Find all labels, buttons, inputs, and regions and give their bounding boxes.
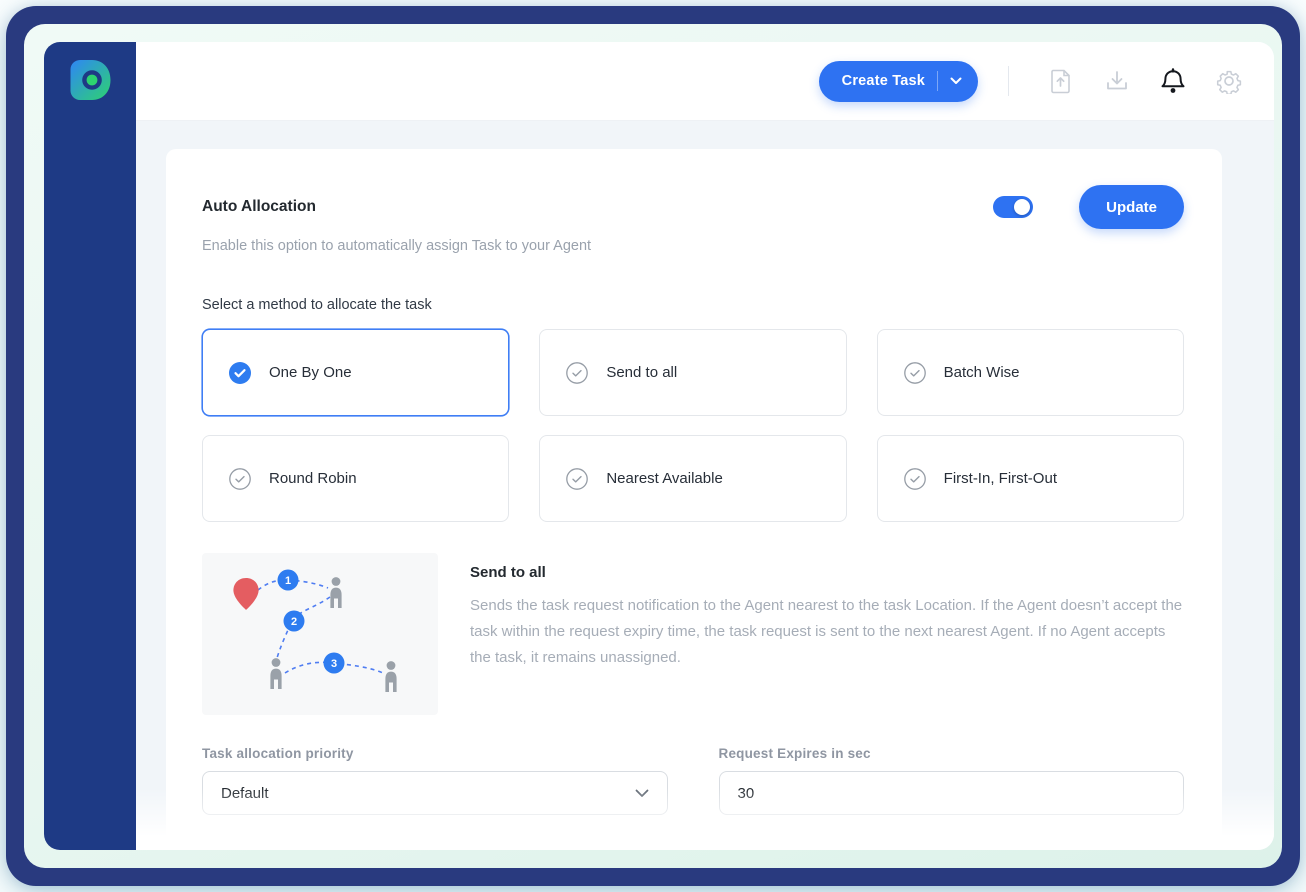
priority-selected-value: Default (221, 785, 269, 802)
chevron-down-icon (635, 789, 649, 798)
location-pin-icon (233, 578, 258, 610)
update-button[interactable]: Update (1079, 185, 1184, 229)
brand-logo-icon[interactable] (66, 56, 114, 109)
step-number: 2 (291, 616, 297, 628)
field-label: Request Expires in sec (719, 746, 1185, 761)
priority-select[interactable]: Default (202, 771, 668, 815)
method-label: Round Robin (269, 470, 357, 487)
agent-icon (385, 661, 396, 692)
auto-allocation-card: Auto Allocation Update Enable this optio… (166, 149, 1222, 850)
step-number: 1 (285, 575, 291, 587)
main-area: Create Task (136, 42, 1274, 850)
method-label: Send to all (606, 364, 677, 381)
method-label: Nearest Available (606, 470, 722, 487)
method-label: Batch Wise (944, 364, 1020, 381)
check-circle-outline-icon (229, 468, 251, 490)
method-label: First-In, First-Out (944, 470, 1057, 487)
chevron-down-icon[interactable] (950, 77, 962, 85)
method-detail-description: Sends the task request notification to t… (470, 593, 1184, 671)
auto-allocation-toggle[interactable] (993, 196, 1033, 218)
check-circle-outline-icon (566, 362, 588, 384)
download-icon[interactable] (1104, 68, 1130, 94)
step-number: 3 (331, 658, 337, 670)
request-expires-box (719, 771, 1185, 815)
topbar-divider (1008, 66, 1009, 96)
device-frame: Create Task (6, 6, 1300, 886)
sidebar (44, 42, 136, 850)
topbar: Create Task (136, 42, 1274, 121)
file-upload-icon[interactable] (1048, 68, 1074, 94)
method-card-nearest-available[interactable]: Nearest Available (539, 435, 846, 522)
app-window: Create Task (44, 42, 1274, 850)
check-circle-outline-icon (904, 468, 926, 490)
agent-icon (270, 658, 281, 689)
settings-gear-icon[interactable] (1216, 68, 1242, 94)
method-card-round-robin[interactable]: Round Robin (202, 435, 509, 522)
check-circle-outline-icon (904, 362, 926, 384)
content-area: Auto Allocation Update Enable this optio… (136, 121, 1274, 850)
method-grid: One By One Send to all (202, 329, 1184, 522)
request-expires-field: Request Expires in sec (719, 746, 1185, 815)
check-circle-outline-icon (566, 468, 588, 490)
field-label: Task allocation priority (202, 746, 668, 761)
button-divider (937, 71, 938, 91)
toggle-knob (1014, 199, 1030, 215)
method-label: One By One (269, 364, 352, 381)
create-task-button[interactable]: Create Task (819, 61, 978, 102)
method-detail-section: 1 2 3 Send to all Sends the task request (202, 553, 1184, 715)
request-expires-input[interactable] (738, 785, 1166, 802)
method-section-label: Select a method to allocate the task (202, 297, 1184, 313)
page-title: Auto Allocation (202, 198, 993, 216)
method-card-batch-wise[interactable]: Batch Wise (877, 329, 1184, 416)
check-circle-filled-icon (229, 362, 251, 384)
method-detail-title: Send to all (470, 564, 1184, 581)
settings-fields: Task allocation priority Default Request… (202, 746, 1184, 815)
task-allocation-priority-field: Task allocation priority Default (202, 746, 668, 815)
bell-icon[interactable] (1160, 68, 1186, 94)
method-card-send-to-all[interactable]: Send to all (539, 329, 846, 416)
agent-icon (330, 577, 341, 608)
create-task-label: Create Task (842, 73, 925, 89)
method-description-block: Send to all Sends the task request notif… (470, 553, 1184, 715)
method-card-first-in-first-out[interactable]: First-In, First-Out (877, 435, 1184, 522)
page-subtitle: Enable this option to automatically assi… (202, 238, 1184, 254)
method-card-one-by-one[interactable]: One By One (202, 329, 509, 416)
card-header: Auto Allocation Update (202, 185, 1184, 229)
allocation-illustration: 1 2 3 (202, 553, 438, 715)
